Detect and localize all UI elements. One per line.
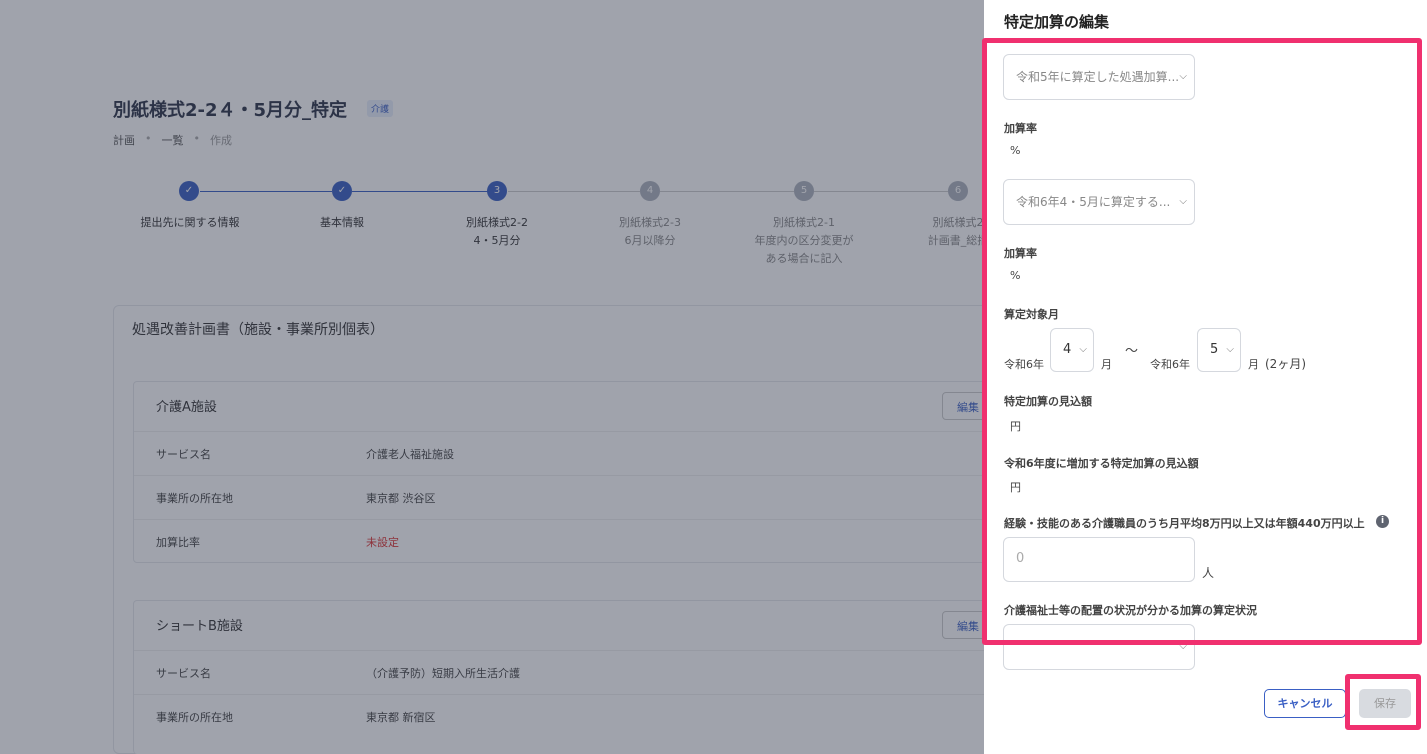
drawer-title: 特定加算の編集 [1004, 13, 1110, 31]
form-highlight-box [982, 38, 1422, 645]
modal-overlay[interactable] [0, 0, 984, 754]
cancel-button[interactable]: キャンセル [1264, 689, 1346, 718]
save-highlight-box [1345, 674, 1421, 730]
